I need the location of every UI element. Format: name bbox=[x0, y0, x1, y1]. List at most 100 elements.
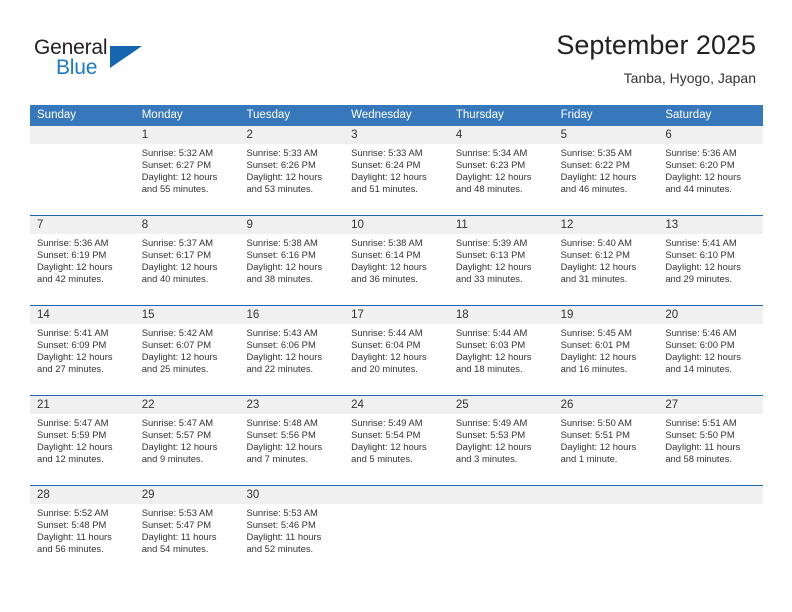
day-cell[interactable]: Sunrise: 5:41 AM Sunset: 6:10 PM Daylight:… bbox=[658, 234, 763, 305]
day-cell[interactable]: Sunrise: 5:53 AM Sunset: 5:46 PM Daylight:… bbox=[239, 504, 344, 575]
day-cell[interactable]: Sunrise: 5:33 AM Sunset: 6:26 PM Daylight:… bbox=[239, 144, 344, 215]
day-detail-line: Sunrise: 5:47 AM bbox=[141, 417, 214, 428]
day-cell[interactable]: Sunrise: 5:36 AM Sunset: 6:19 PM Daylight:… bbox=[30, 234, 135, 305]
day-number[interactable]: 13 bbox=[658, 216, 763, 234]
day-number[interactable]: 20 bbox=[658, 306, 763, 324]
day-cell[interactable]: Sunrise: 5:34 AM Sunset: 6:23 PM Daylight:… bbox=[449, 144, 554, 215]
day-of-week-header-friday: Friday bbox=[560, 109, 593, 121]
day-number[interactable]: 28 bbox=[30, 486, 135, 504]
week-date-number-band: 21 22 23 24 25 26 27 bbox=[30, 396, 763, 414]
day-detail-line: Daylight: 12 hours bbox=[455, 441, 532, 453]
day-detail-line: Sunset: 5:48 PM bbox=[37, 519, 107, 531]
day-number[interactable]: 21 bbox=[30, 396, 135, 414]
day-cell[interactable]: Sunrise: 5:44 AM Sunset: 6:04 PM Daylight:… bbox=[344, 324, 449, 395]
day-detail-line: Sunrise: 5:49 AM bbox=[351, 417, 423, 428]
day-number[interactable]: 14 bbox=[30, 306, 135, 324]
day-cell[interactable]: Sunrise: 5:52 AM Sunset: 5:48 PM Daylight:… bbox=[30, 504, 135, 575]
day-detail-line: and 52 minutes. bbox=[246, 543, 314, 555]
day-detail-line: and 42 minutes. bbox=[37, 273, 104, 285]
day-number[interactable]: 18 bbox=[449, 306, 554, 324]
day-cell[interactable]: Sunrise: 5:38 AM Sunset: 6:14 PM Daylight:… bbox=[344, 234, 449, 305]
day-number[interactable]: 17 bbox=[344, 306, 449, 324]
day-detail-line: and 48 minutes. bbox=[455, 183, 523, 195]
day-detail-line: Sunrise: 5:32 AM bbox=[141, 147, 214, 158]
day-number[interactable]: 9 bbox=[239, 216, 344, 234]
day-number[interactable]: 30 bbox=[239, 486, 344, 504]
empty-day-number bbox=[449, 486, 554, 504]
day-number[interactable]: 7 bbox=[30, 216, 135, 234]
day-cell[interactable]: Sunrise: 5:47 AM Sunset: 5:57 PM Daylight:… bbox=[135, 414, 240, 485]
day-detail-line: and 1 minute. bbox=[560, 453, 618, 465]
day-cell[interactable]: Sunrise: 5:48 AM Sunset: 5:56 PM Daylight:… bbox=[239, 414, 344, 485]
day-detail-line: Sunrise: 5:43 AM bbox=[246, 327, 318, 338]
day-detail-line: and 33 minutes. bbox=[455, 273, 523, 285]
day-cell[interactable]: Sunrise: 5:35 AM Sunset: 6:22 PM Daylight:… bbox=[554, 144, 659, 215]
day-detail-line: and 44 minutes. bbox=[665, 183, 733, 195]
calendar-page: General Blue September 2025 Tanba, Hyogo… bbox=[0, 0, 792, 612]
day-detail-line: and 7 minutes. bbox=[246, 453, 308, 465]
day-cell[interactable]: Sunrise: 5:43 AM Sunset: 6:06 PM Daylight:… bbox=[239, 324, 344, 395]
day-cell[interactable]: Sunrise: 5:41 AM Sunset: 6:09 PM Daylight:… bbox=[30, 324, 135, 395]
day-detail-line: Sunset: 6:10 PM bbox=[665, 249, 735, 261]
day-cell[interactable]: Sunrise: 5:32 AM Sunset: 6:27 PM Daylight:… bbox=[135, 144, 240, 215]
day-number[interactable]: 1 bbox=[135, 126, 240, 144]
day-detail-line: Sunset: 5:54 PM bbox=[351, 429, 421, 441]
day-cell[interactable]: Sunrise: 5:49 AM Sunset: 5:54 PM Daylight:… bbox=[344, 414, 449, 485]
day-cell[interactable]: Sunrise: 5:36 AM Sunset: 6:20 PM Daylight:… bbox=[658, 144, 763, 215]
day-cell[interactable]: Sunrise: 5:53 AM Sunset: 5:47 PM Daylight:… bbox=[135, 504, 240, 575]
day-cell[interactable]: Sunrise: 5:45 AM Sunset: 6:01 PM Daylight:… bbox=[554, 324, 659, 395]
day-cell[interactable]: Sunrise: 5:33 AM Sunset: 6:24 PM Daylight:… bbox=[344, 144, 449, 215]
day-number[interactable]: 25 bbox=[449, 396, 554, 414]
day-detail-line: and 3 minutes. bbox=[455, 453, 518, 465]
day-cell[interactable]: Sunrise: 5:49 AM Sunset: 5:53 PM Daylight:… bbox=[449, 414, 554, 485]
day-detail-line: Sunset: 6:27 PM bbox=[141, 159, 212, 171]
day-cell[interactable]: Sunrise: 5:50 AM Sunset: 5:51 PM Daylight:… bbox=[554, 414, 659, 485]
general-blue-logo[interactable]: General Blue bbox=[34, 36, 164, 84]
day-number[interactable]: 23 bbox=[239, 396, 344, 414]
day-cell[interactable]: Sunrise: 5:40 AM Sunset: 6:12 PM Daylight:… bbox=[554, 234, 659, 305]
day-detail-line: Sunset: 6:00 PM bbox=[665, 339, 735, 351]
day-number[interactable]: 24 bbox=[344, 396, 449, 414]
empty-day-number bbox=[554, 486, 659, 504]
day-detail-line: Sunset: 6:12 PM bbox=[560, 249, 630, 261]
day-number[interactable]: 26 bbox=[554, 396, 659, 414]
day-detail-line: and 5 minutes. bbox=[351, 453, 413, 465]
day-number[interactable]: 15 bbox=[135, 306, 240, 324]
day-detail-line: and 14 minutes. bbox=[665, 363, 733, 375]
day-cell[interactable]: Sunrise: 5:46 AM Sunset: 6:00 PM Daylight:… bbox=[658, 324, 763, 395]
day-cell[interactable]: Sunrise: 5:42 AM Sunset: 6:07 PM Daylight:… bbox=[135, 324, 240, 395]
page-header: General Blue September 2025 Tanba, Hyogo… bbox=[0, 0, 792, 100]
day-detail-line: Sunrise: 5:53 AM bbox=[141, 507, 214, 518]
day-detail-line: Sunrise: 5:44 AM bbox=[455, 327, 528, 338]
day-detail-line: Sunrise: 5:52 AM bbox=[37, 507, 109, 518]
day-number[interactable]: 8 bbox=[135, 216, 240, 234]
day-detail-line: Sunrise: 5:38 AM bbox=[351, 237, 423, 248]
calendar-grid: Sunday Monday Tuesday Wednesday Thursday Frid… bbox=[30, 105, 763, 575]
day-number[interactable]: 11 bbox=[449, 216, 554, 234]
day-number[interactable]: 22 bbox=[135, 396, 240, 414]
day-cell[interactable]: Sunrise: 5:47 AM Sunset: 5:59 PM Daylight:… bbox=[30, 414, 135, 485]
day-number[interactable]: 6 bbox=[658, 126, 763, 144]
week-detail-band: Sunrise: 5:47 AM Sunset: 5:59 PM Daylight:… bbox=[30, 414, 763, 485]
day-number[interactable]: 29 bbox=[135, 486, 240, 504]
day-number[interactable]: 2 bbox=[239, 126, 344, 144]
day-number[interactable]: 27 bbox=[658, 396, 763, 414]
day-cell[interactable]: Sunrise: 5:38 AM Sunset: 6:16 PM Daylight:… bbox=[239, 234, 344, 305]
day-number[interactable]: 3 bbox=[344, 126, 449, 144]
day-detail-line: Sunrise: 5:33 AM bbox=[351, 147, 423, 158]
day-number[interactable]: 10 bbox=[344, 216, 449, 234]
day-cell[interactable]: Sunrise: 5:37 AM Sunset: 6:17 PM Daylight:… bbox=[135, 234, 240, 305]
day-cell[interactable]: Sunrise: 5:51 AM Sunset: 5:50 PM Daylight:… bbox=[658, 414, 763, 485]
day-detail-line: Sunrise: 5:47 AM bbox=[37, 417, 109, 428]
day-number[interactable]: 19 bbox=[554, 306, 659, 324]
day-cell[interactable]: Sunrise: 5:44 AM Sunset: 6:03 PM Daylight:… bbox=[449, 324, 554, 395]
day-number[interactable]: 16 bbox=[239, 306, 344, 324]
week-detail-band: Sunrise: 5:36 AM Sunset: 6:19 PM Daylight:… bbox=[30, 234, 763, 305]
empty-day-number bbox=[658, 486, 763, 504]
day-detail-line: Daylight: 12 hours bbox=[37, 441, 113, 453]
day-number[interactable]: 5 bbox=[554, 126, 659, 144]
day-detail-line: Daylight: 11 hours bbox=[665, 441, 741, 453]
day-number[interactable]: 4 bbox=[449, 126, 554, 144]
day-cell[interactable]: Sunrise: 5:39 AM Sunset: 6:13 PM Daylight:… bbox=[449, 234, 554, 305]
day-number[interactable]: 12 bbox=[554, 216, 659, 234]
